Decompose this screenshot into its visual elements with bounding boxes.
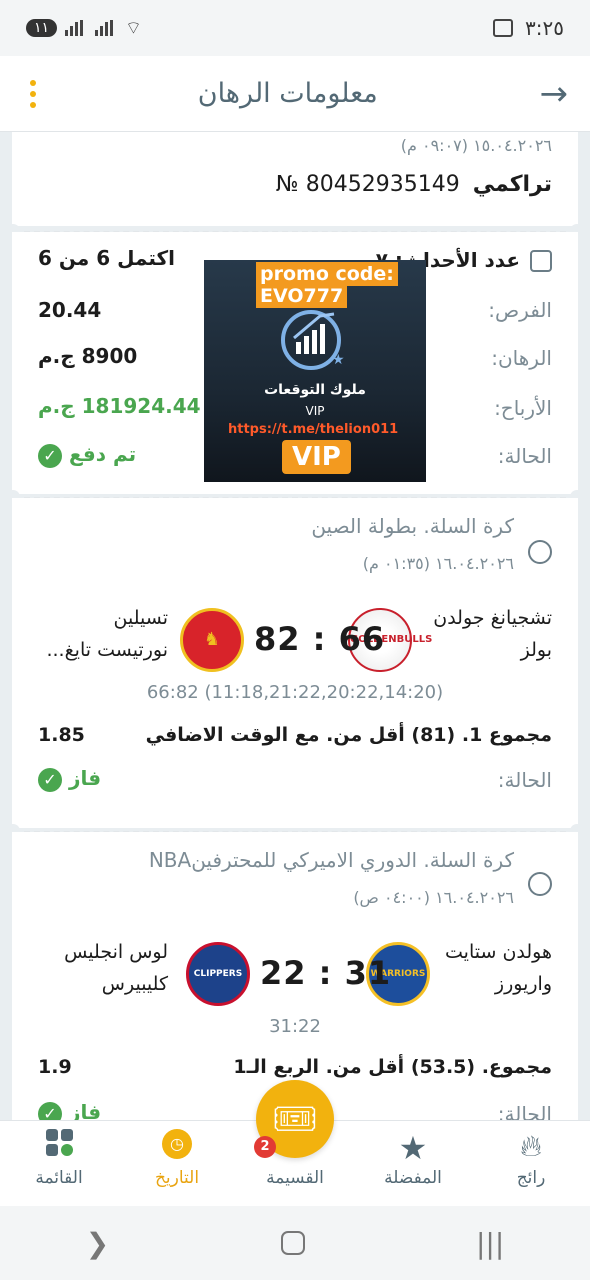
notification-count: ١١ [26, 19, 58, 37]
back-nav-icon[interactable]: ❯ [86, 1227, 109, 1260]
nav-item-menu[interactable]: القائمة [0, 1121, 118, 1206]
odds-label: الفرص: [488, 298, 552, 322]
star-icon: ★ [398, 1129, 428, 1167]
winnings-value: 181924.44 ج.م [38, 394, 201, 418]
event-card[interactable]: كرة السلة. الدوري الاميركي للمحترفينNBA … [12, 832, 578, 1120]
event-odds: 1.85 [38, 724, 85, 746]
away-team: تسيلين نورتيست تايغ... [38, 602, 168, 666]
event-status: فاز ✓ [38, 1100, 101, 1120]
nav-item-trending[interactable]: 🔥︎ رائج [472, 1121, 590, 1206]
nav-item-favorites[interactable]: ★ المفضلة [354, 1121, 472, 1206]
wifi-icon: ⌔ [125, 17, 142, 39]
nav-label: القائمة [35, 1168, 83, 1188]
fire-icon: 🔥︎ [519, 1129, 543, 1164]
page-title: معلومات الرهان [197, 78, 378, 109]
event-status-text: فاز [68, 1100, 102, 1120]
check-icon: ✓ [38, 1101, 62, 1120]
back-arrow-icon[interactable]: → [539, 74, 568, 114]
clock: ٣:٢٥ [525, 16, 564, 40]
system-nav-bar: ❯ ||| [0, 1206, 590, 1280]
status-label: الحالة: [497, 444, 552, 468]
home-team-line1: هولدن ستايت [445, 941, 552, 963]
event-status: فاز ✓ [38, 766, 101, 792]
signal-icon-2 [95, 20, 117, 36]
stake-label: الرهان: [491, 346, 552, 370]
event-card[interactable]: كرة السلة. بطولة الصين ١٦.٠٤.٢٠٢٦ (٠١:٣٥… [12, 498, 578, 828]
bet-number: 80452935149 № [275, 172, 460, 197]
nav-label: التاريخ [154, 1168, 200, 1188]
away-team-line1: تسيلين [113, 607, 168, 629]
promo-image: promo code: EVO777 ★ ملوك التوقعات VIP h… [204, 260, 426, 482]
event-status-text: فاز [68, 766, 102, 790]
ticket-icon: 🎟︎ [272, 1099, 318, 1140]
status-bar: ١١ ⌔ ٣:٢٥ [0, 0, 590, 56]
nav-label: رائج [516, 1168, 546, 1188]
home-team: تشجيانغ جولدن بولز [422, 602, 552, 666]
event-league: كرة السلة. الدوري الاميركي للمحترفينNBA [148, 848, 514, 872]
event-date: ١٦.٠٤.٢٠٢٦ (٠١:٣٥ م) [362, 554, 514, 573]
status-right: ٣:٢٥ [493, 16, 564, 40]
promo-link: https://t.me/thelion011 [228, 422, 399, 437]
event-status-label: الحالة: [497, 1102, 552, 1120]
status-left: ١١ ⌔ [26, 17, 142, 40]
winnings-label: الأرباح: [494, 396, 552, 420]
basketball-icon [528, 872, 552, 896]
events-icon [530, 250, 552, 272]
event-league: كرة السلة. بطولة الصين [311, 514, 514, 538]
period-scores: 31:22 [269, 1016, 321, 1037]
status-paid-text: تم دفع [68, 442, 137, 466]
away-team: لوس انجليس كليبيرس [38, 936, 168, 1000]
nav-label: المفضلة [384, 1168, 442, 1188]
home-team-line1: تشجيانغ جولدن [433, 607, 552, 629]
svg-text:★: ★ [332, 352, 345, 368]
home-team-line2: واريورز [494, 973, 552, 995]
event-status-label: الحالة: [497, 768, 552, 792]
market-name: مجموع. (53.5) أقل من. الربع الـ1 [233, 1056, 552, 1078]
clock-icon: ◷ [162, 1129, 192, 1159]
bet-details-content[interactable]: ١٥.٠٤.٢٠٢٦ (٠٩:٠٧ م) تراكمي 80452935149 … [0, 132, 590, 1120]
recents-nav-icon[interactable]: ||| [476, 1227, 504, 1260]
status-paid: تم دفع ✓ [38, 442, 136, 468]
event-score: 22 : 31 [260, 954, 392, 992]
bet-type: تراكمي [472, 172, 552, 197]
away-team-line2: كليبيرس [101, 973, 168, 995]
odds-value: 20.44 [38, 298, 102, 322]
event-date: ١٦.٠٤.٢٠٢٦ (٠٤:٠٠ ص) [353, 888, 514, 907]
completed-count: اكتمل 6 من 6 [38, 246, 176, 270]
stake-value: 8900 ج.م [38, 344, 138, 368]
away-team-line1: لوس انجليس [64, 941, 168, 963]
bet-title: تراكمي 80452935149 № [276, 172, 552, 197]
away-team-line2: نورتيست تايغ... [46, 639, 168, 661]
check-icon: ✓ [38, 443, 62, 468]
home-team: هولدن ستايت واريورز [422, 936, 552, 1000]
period-scores: 66:82 (11:18,21:22,20:22,14:20) [146, 682, 444, 703]
screenshot-icon [493, 19, 514, 37]
bet-header-card: ١٥.٠٤.٢٠٢٦ (٠٩:٠٧ م) تراكمي 80452935149 … [12, 132, 578, 226]
home-team-line2: بولز [520, 639, 552, 661]
more-options-icon[interactable] [30, 79, 36, 108]
basketball-icon [528, 540, 552, 564]
event-score: 82 : 66 [254, 620, 386, 658]
home-nav-icon[interactable] [280, 1231, 305, 1255]
bet-date: ١٥.٠٤.٢٠٢٦ (٠٩:٠٧ م) [400, 136, 552, 155]
event-odds: 1.9 [38, 1056, 72, 1078]
promo-vip-small: VIP [305, 404, 325, 418]
nav-label: القسيمة [266, 1168, 324, 1188]
chart-logo-icon: ★ [281, 310, 345, 370]
grid-icon [45, 1129, 73, 1156]
nav-item-history[interactable]: ◷ التاريخ [118, 1121, 236, 1206]
promo-code-label: promo code: [256, 262, 398, 286]
app-header: معلومات الرهان → [0, 56, 590, 132]
away-team-logo: CLIPPERS [186, 942, 250, 1006]
betslip-count-badge: 2 [254, 1136, 276, 1158]
away-team-logo: ♞ [180, 608, 244, 672]
promo-brand: ملوك التوقعات [264, 382, 366, 398]
signal-icon [65, 20, 87, 36]
market-name: مجموع 1. (81) أقل من. مع الوقت الاضافي [145, 724, 552, 746]
promo-vip-badge: VIP [282, 440, 351, 474]
check-icon: ✓ [38, 767, 62, 792]
